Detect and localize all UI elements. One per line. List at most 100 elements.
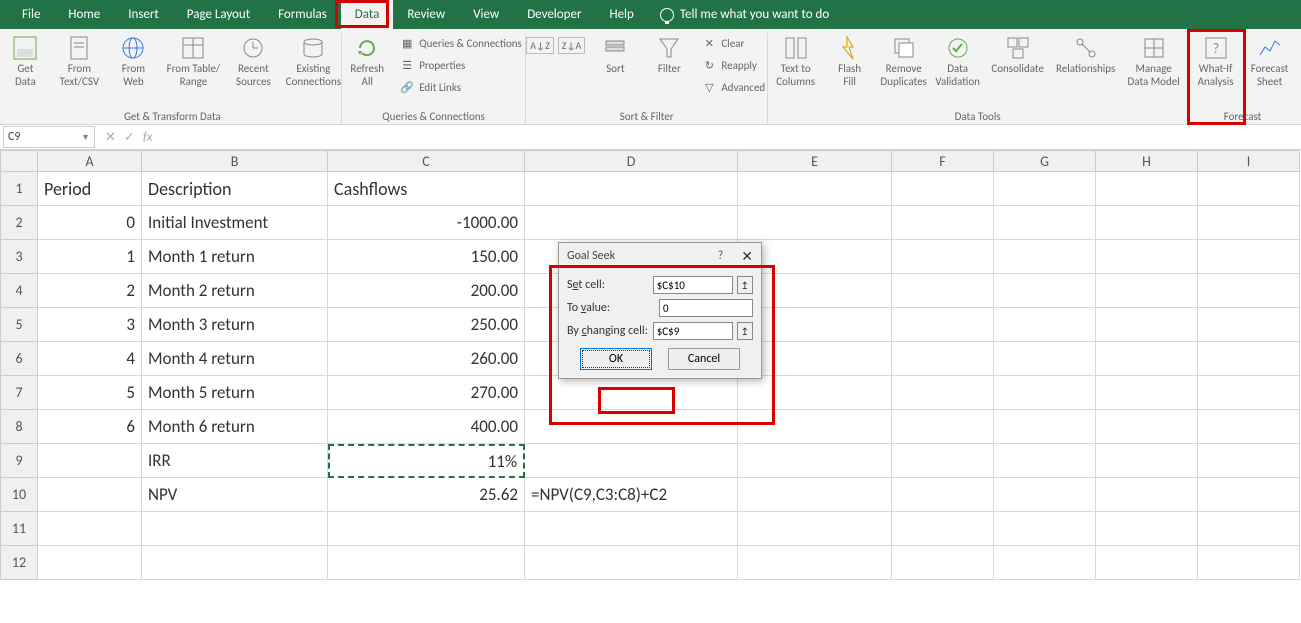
existing-connections-button[interactable]: Existing Connections <box>283 33 343 88</box>
cell-H8[interactable] <box>1096 410 1198 444</box>
cell-C10[interactable]: 25.62 <box>328 478 525 512</box>
cell-D1[interactable] <box>525 172 738 206</box>
close-icon[interactable]: ✕ <box>741 248 753 265</box>
changing-cell-input[interactable] <box>653 322 733 340</box>
cell-G1[interactable] <box>994 172 1096 206</box>
cell-D11[interactable] <box>525 512 738 546</box>
cell-B7[interactable]: Month 5 return <box>142 376 328 410</box>
tab-data[interactable]: Data <box>341 0 394 29</box>
cell-I9[interactable] <box>1198 444 1300 478</box>
cell-I7[interactable] <box>1198 376 1300 410</box>
cell-C9[interactable]: 11% <box>328 444 525 478</box>
cell-I11[interactable] <box>1198 512 1300 546</box>
cell-G3[interactable] <box>994 240 1096 274</box>
cell-C1[interactable]: Cashflows <box>328 172 525 206</box>
cell-C3[interactable]: 150.00 <box>328 240 525 274</box>
cell-F3[interactable] <box>892 240 994 274</box>
cell-I1[interactable] <box>1198 172 1300 206</box>
cell-D8[interactable] <box>525 410 738 444</box>
cell-E2[interactable] <box>738 206 892 240</box>
cell-D9[interactable] <box>525 444 738 478</box>
cell-B10[interactable]: NPV <box>142 478 328 512</box>
from-textcsv-button[interactable]: From Text/CSV <box>55 33 103 88</box>
accept-entry-icon[interactable]: ✓ <box>124 130 135 145</box>
cell-G5[interactable] <box>994 308 1096 342</box>
cell-I10[interactable] <box>1198 478 1300 512</box>
tab-home[interactable]: Home <box>54 0 114 29</box>
reapply-button[interactable]: ↻Reapply <box>699 55 767 75</box>
text-to-columns-button[interactable]: Text to Columns <box>772 33 820 88</box>
col-header-A[interactable]: A <box>38 150 142 172</box>
cell-E11[interactable] <box>738 512 892 546</box>
cell-G6[interactable] <box>994 342 1096 376</box>
cell-A9[interactable] <box>38 444 142 478</box>
fx-icon[interactable]: fx <box>143 130 153 145</box>
forecast-sheet-button[interactable]: Forecast Sheet <box>1246 33 1294 88</box>
worksheet[interactable]: A B C D E F G H I 1PeriodDescriptionCash… <box>0 150 1301 580</box>
col-header-D[interactable]: D <box>525 150 738 172</box>
cell-C4[interactable]: 200.00 <box>328 274 525 308</box>
manage-data-model-button[interactable]: Manage Data Model <box>1124 33 1184 88</box>
cell-F8[interactable] <box>892 410 994 444</box>
clear-button[interactable]: ✕Clear <box>699 33 767 53</box>
cell-B11[interactable] <box>142 512 328 546</box>
cell-C6[interactable]: 260.00 <box>328 342 525 376</box>
cell-G4[interactable] <box>994 274 1096 308</box>
cell-B3[interactable]: Month 1 return <box>142 240 328 274</box>
data-validation-button[interactable]: Data Validation <box>934 33 982 88</box>
cell-F4[interactable] <box>892 274 994 308</box>
cell-I4[interactable] <box>1198 274 1300 308</box>
cell-A8[interactable]: 6 <box>38 410 142 444</box>
chevron-down-icon[interactable]: ▼ <box>81 132 90 143</box>
row-header[interactable]: 4 <box>0 274 38 308</box>
cell-F10[interactable] <box>892 478 994 512</box>
row-header[interactable]: 5 <box>0 308 38 342</box>
cell-C2[interactable]: -1000.00 <box>328 206 525 240</box>
edit-links-button[interactable]: 🔗Edit Links <box>397 77 524 97</box>
cell-G11[interactable] <box>994 512 1096 546</box>
cell-A3[interactable]: 1 <box>38 240 142 274</box>
col-header-E[interactable]: E <box>738 150 892 172</box>
cell-E7[interactable] <box>738 376 892 410</box>
cell-B4[interactable]: Month 2 return <box>142 274 328 308</box>
flash-fill-button[interactable]: Flash Fill <box>826 33 874 88</box>
cell-I8[interactable] <box>1198 410 1300 444</box>
tab-formulas[interactable]: Formulas <box>264 0 341 29</box>
cell-I6[interactable] <box>1198 342 1300 376</box>
cell-H3[interactable] <box>1096 240 1198 274</box>
advanced-button[interactable]: ▽Advanced <box>699 77 767 97</box>
cell-F12[interactable] <box>892 546 994 580</box>
tell-me[interactable]: Tell me what you want to do <box>648 7 841 22</box>
cell-D12[interactable] <box>525 546 738 580</box>
cancel-button[interactable]: Cancel <box>668 348 740 370</box>
cell-E8[interactable] <box>738 410 892 444</box>
cell-H1[interactable] <box>1096 172 1198 206</box>
cell-F9[interactable] <box>892 444 994 478</box>
help-icon[interactable]: ? <box>718 249 724 263</box>
tab-file[interactable]: File <box>8 0 54 29</box>
col-header-H[interactable]: H <box>1096 150 1198 172</box>
cell-I5[interactable] <box>1198 308 1300 342</box>
cell-I3[interactable] <box>1198 240 1300 274</box>
cell-H11[interactable] <box>1096 512 1198 546</box>
row-header[interactable]: 6 <box>0 342 38 376</box>
formula-input[interactable] <box>162 126 1301 148</box>
filter-button[interactable]: Filter <box>645 33 693 76</box>
whatif-analysis-button[interactable]: ?What-If Analysis <box>1192 33 1240 88</box>
select-all-corner[interactable] <box>0 150 38 172</box>
cell-A1[interactable]: Period <box>38 172 142 206</box>
cell-I12[interactable] <box>1198 546 1300 580</box>
col-header-B[interactable]: B <box>142 150 328 172</box>
cell-E12[interactable] <box>738 546 892 580</box>
row-header[interactable]: 7 <box>0 376 38 410</box>
cell-H2[interactable] <box>1096 206 1198 240</box>
cell-H6[interactable] <box>1096 342 1198 376</box>
col-header-G[interactable]: G <box>994 150 1096 172</box>
tab-pagelayout[interactable]: Page Layout <box>173 0 264 29</box>
cancel-entry-icon[interactable]: ✕ <box>105 130 116 145</box>
ok-button[interactable]: OK <box>580 348 652 370</box>
cell-H12[interactable] <box>1096 546 1198 580</box>
row-header[interactable]: 3 <box>0 240 38 274</box>
cell-B5[interactable]: Month 3 return <box>142 308 328 342</box>
cell-B6[interactable]: Month 4 return <box>142 342 328 376</box>
